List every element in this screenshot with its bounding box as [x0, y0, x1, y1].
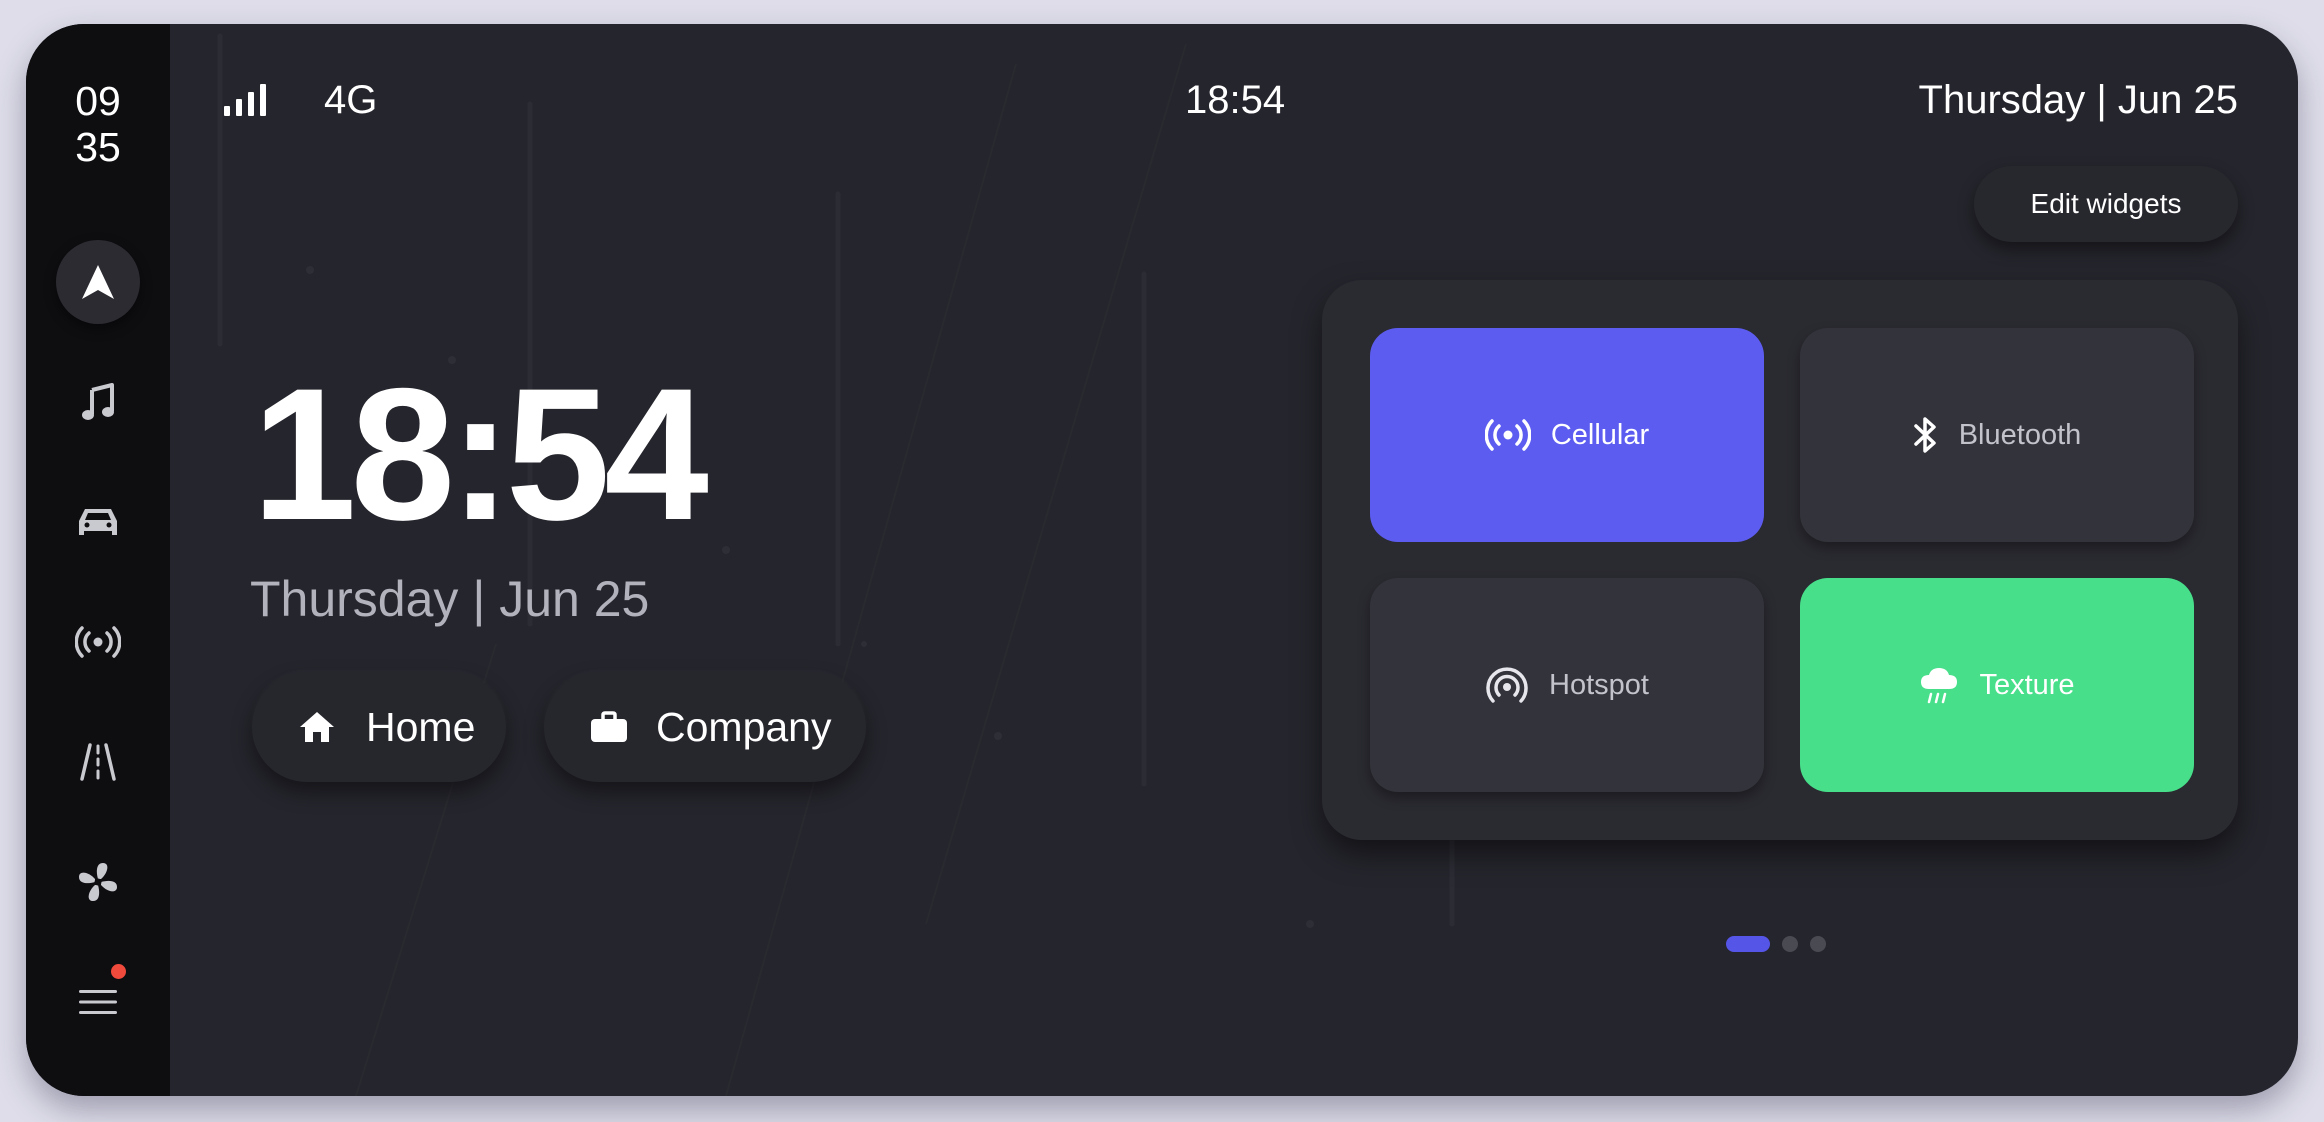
music-note-icon: [82, 383, 114, 420]
cellular-tile[interactable]: Cellular: [1370, 328, 1764, 542]
bluetooth-label: Bluetooth: [1958, 418, 2082, 451]
home-icon: [298, 710, 336, 744]
edit-widgets-button[interactable]: Edit widgets: [1974, 166, 2238, 242]
page-dot-1[interactable]: [1726, 936, 1770, 952]
home-shortcut-button[interactable]: Home: [252, 672, 506, 782]
sidebar-clock-hours: 09: [75, 78, 121, 124]
page-indicator: [1726, 936, 1826, 952]
cellular-icon: [1484, 419, 1531, 451]
page-dot-3[interactable]: [1810, 936, 1826, 952]
briefcase-icon: [590, 711, 628, 743]
status-bar: 4G 18:54 Thursday | Jun 25: [170, 24, 2298, 134]
navigation-arrow-icon: [82, 265, 114, 299]
home-shortcut-label: Home: [366, 703, 476, 750]
signal-bars-icon: [224, 84, 266, 116]
sidebar-item-broadcast[interactable]: [56, 600, 140, 684]
status-time: 18:54: [1185, 78, 1286, 122]
menu-icon: [79, 990, 117, 1014]
texture-label: Texture: [1979, 668, 2075, 701]
sidebar-clock: 09 35: [26, 78, 170, 170]
sidebar-item-navigation[interactable]: [56, 240, 140, 324]
notification-dot: [111, 964, 126, 979]
broadcast-icon: [75, 626, 121, 658]
sidebar-item-road[interactable]: [56, 720, 140, 804]
infotainment-screen: 09 35 4G 18:54 Thursday | Jun 25 18:54 T…: [26, 24, 2298, 1096]
cellular-label: Cellular: [1550, 418, 1650, 451]
road-icon: [80, 743, 116, 781]
rain-cloud-icon: [1919, 665, 1959, 705]
fan-icon: [79, 863, 117, 901]
car-icon: [79, 509, 117, 535]
texture-tile[interactable]: Texture: [1800, 578, 2194, 792]
company-shortcut-button[interactable]: Company: [544, 672, 866, 782]
hotspot-tile[interactable]: Hotspot: [1370, 578, 1764, 792]
network-type: 4G: [324, 78, 378, 122]
main-date: Thursday | Jun 25: [250, 571, 650, 627]
sidebar: 09 35: [26, 24, 170, 1096]
sidebar-item-menu[interactable]: [56, 960, 140, 1044]
sidebar-clock-minutes: 35: [75, 124, 121, 170]
hotspot-icon: [1485, 665, 1529, 705]
sidebar-item-climate[interactable]: [56, 840, 140, 924]
widget-panel: Cellular Bluetooth Hotspot Texture: [1322, 280, 2238, 840]
status-date: Thursday | Jun 25: [1918, 78, 2238, 122]
main-clock: 18:54: [252, 349, 709, 559]
bluetooth-icon: [1913, 415, 1939, 455]
company-shortcut-label: Company: [656, 703, 832, 750]
page-dot-2[interactable]: [1782, 936, 1798, 952]
sidebar-item-music[interactable]: [56, 360, 140, 444]
bluetooth-tile[interactable]: Bluetooth: [1800, 328, 2194, 542]
hotspot-label: Hotspot: [1549, 668, 1649, 701]
sidebar-item-vehicle[interactable]: [56, 480, 140, 564]
